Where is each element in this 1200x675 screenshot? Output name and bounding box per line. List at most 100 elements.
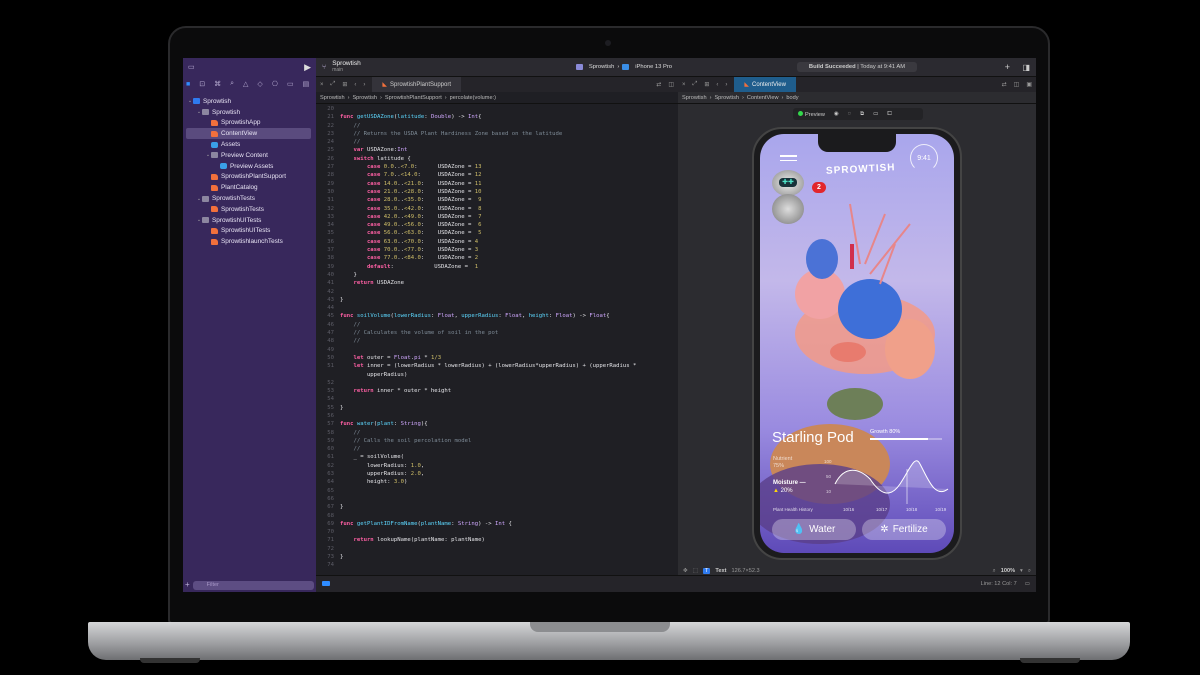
file-tree-item[interactable]: SprowtishPlantSupport xyxy=(183,172,316,183)
code-line[interactable]: 61 _ = soilVolume( xyxy=(316,453,678,461)
device-settings-icon[interactable]: ▭ xyxy=(873,111,878,117)
expand-icon[interactable]: ⤢ xyxy=(331,81,336,88)
panel-toggle-icon[interactable]: ▭ xyxy=(1025,581,1030,587)
file-tree-item[interactable]: ⌄ Preview Content xyxy=(183,150,316,161)
zoom-out-icon[interactable]: ⌕ xyxy=(993,568,996,575)
code-line[interactable]: 31 case 28.0..<35.0: USDAZone = 9 xyxy=(316,196,678,204)
breadcrumb-item[interactable]: Sprowtish xyxy=(320,95,345,101)
code-line[interactable]: 25 var USDAZone:Int xyxy=(316,146,678,154)
code-line[interactable]: 23 // Returns the USDA Plant Hardiness Z… xyxy=(316,130,678,138)
code-line[interactable]: 64 height: 3.0) xyxy=(316,478,678,486)
report-icon[interactable]: ▤ xyxy=(303,80,310,88)
close-icon[interactable]: × xyxy=(682,82,686,88)
breadcrumb-item[interactable]: percolate(volume:) xyxy=(450,95,496,101)
preview-toggle[interactable]: Preview xyxy=(798,110,825,118)
code-line[interactable]: 27 case 0.0..<7.0: USDAZone = 13 xyxy=(316,163,678,171)
code-line[interactable]: 54 xyxy=(316,395,678,403)
split-editor-icon[interactable]: ◫ xyxy=(1014,81,1020,88)
code-line[interactable]: 44 xyxy=(316,304,678,312)
code-line[interactable]: 33 case 42.0..<49.0: USDAZone = 7 xyxy=(316,213,678,221)
code-line[interactable]: 55} xyxy=(316,404,678,412)
code-line[interactable]: 57 func water(plant: String){ xyxy=(316,420,678,428)
code-line[interactable]: 46 // xyxy=(316,321,678,329)
code-line[interactable]: 72 xyxy=(316,545,678,553)
file-tree-item[interactable]: ⌄ Sprowtish xyxy=(183,107,316,118)
code-line[interactable]: 53 return inner * outer * height xyxy=(316,387,678,395)
expand-icon[interactable]: ⤢ xyxy=(693,81,698,88)
code-line[interactable]: 47 // Calculates the volume of soil in t… xyxy=(316,329,678,337)
symbol-navigator-icon[interactable]: ⌘ xyxy=(214,80,221,88)
code-line[interactable]: 45 func soilVolume(lowerRadius: Float, up… xyxy=(316,312,678,320)
code-line[interactable]: 65 xyxy=(316,487,678,495)
breadcrumb-item[interactable]: Sprowtish xyxy=(682,95,707,101)
code-line[interactable]: 51 let inner = (lowerRadius * lowerRadiu… xyxy=(316,362,678,370)
code-line[interactable]: 56 xyxy=(316,412,678,420)
duplicate-icon[interactable]: ⧠ xyxy=(887,111,891,118)
project-navigator-icon[interactable]: ■ xyxy=(186,81,190,88)
split-editor-icon[interactable]: ◫ xyxy=(668,81,674,88)
code-line[interactable]: 40 } xyxy=(316,271,678,279)
code-line[interactable]: 30 case 21.0..<28.0: USDAZone = 10 xyxy=(316,188,678,196)
code-line[interactable]: 58 // xyxy=(316,429,678,437)
forward-icon[interactable]: › xyxy=(363,82,365,88)
file-tree-item[interactable]: ContentView xyxy=(186,128,311,140)
tab-contentview[interactable]: ◣ ContentView xyxy=(734,77,796,92)
file-tree-item[interactable]: ⌄ SprowtishTests xyxy=(183,193,316,204)
warning-icon[interactable]: △ xyxy=(243,80,248,88)
code-line[interactable]: 70 xyxy=(316,528,678,536)
pin-icon[interactable]: ✥ xyxy=(683,568,688,574)
code-line[interactable]: 68 xyxy=(316,512,678,520)
minimap-icon[interactable]: ▣ xyxy=(1026,81,1032,88)
code-line[interactable]: 73} xyxy=(316,553,678,561)
code-line[interactable]: 28 case 7.0..<14.0: USDAZone = 12 xyxy=(316,171,678,179)
fertilize-button[interactable]: ✲ Fertilize xyxy=(862,519,946,540)
zoom-in-icon[interactable]: ⌕ xyxy=(1028,568,1031,575)
code-line[interactable]: 42 xyxy=(316,288,678,296)
close-icon[interactable]: × xyxy=(320,82,324,88)
breakpoint-icon[interactable]: ▭ xyxy=(287,80,294,88)
forward-icon[interactable]: › xyxy=(725,82,727,88)
code-line[interactable]: 36 case 63.0..<70.0: USDAZone = 4 xyxy=(316,238,678,246)
code-line[interactable]: 43} xyxy=(316,296,678,304)
tab-sprowtishplantsupport[interactable]: ◣ SprowtishPlantSupport xyxy=(372,77,462,92)
code-line[interactable]: 48 // xyxy=(316,337,678,345)
code-line[interactable]: 39 default: USDAZone = 1 xyxy=(316,263,678,271)
breadcrumb-item[interactable]: Sprowtish xyxy=(352,95,377,101)
code-line[interactable]: upperRadius) xyxy=(316,371,678,379)
code-line[interactable]: 52 xyxy=(316,379,678,387)
breadcrumb-item[interactable]: Sprowtish xyxy=(714,95,739,101)
source-code[interactable]: 20 21 func getUSDAZone(latitude: Double) … xyxy=(316,105,678,570)
file-tree-item[interactable]: SprowtishTests xyxy=(183,204,316,215)
orientation-icon[interactable]: ⧉ xyxy=(860,111,864,118)
grid-icon[interactable]: ⊞ xyxy=(342,81,347,88)
debug-icon[interactable]: ⎔ xyxy=(272,80,278,88)
back-icon[interactable]: ‹ xyxy=(354,82,356,88)
console-toggle-icon[interactable] xyxy=(322,581,330,586)
code-line[interactable]: 32 case 35.0..<42.0: USDAZone = 8 xyxy=(316,205,678,213)
code-line[interactable]: 69 func getPlantIDFromName(plantName: Str… xyxy=(316,520,678,528)
inspector-toggle-icon[interactable]: ◨ xyxy=(1022,63,1030,72)
code-line[interactable]: 59 // Calls the soil percolation model xyxy=(316,437,678,445)
code-line[interactable]: 66 xyxy=(316,495,678,503)
filter-input[interactable]: Filter xyxy=(192,580,314,590)
selectable-mode-icon[interactable]: ◉ xyxy=(834,111,839,117)
variants-icon[interactable]: ◌ xyxy=(848,111,851,117)
related-items-icon[interactable]: ⇄ xyxy=(1002,81,1007,88)
test-icon[interactable]: ◇ xyxy=(257,80,262,88)
source-control-icon[interactable]: ⊡ xyxy=(199,80,205,88)
code-line[interactable]: 74 xyxy=(316,561,678,569)
file-tree-item[interactable]: SprowtishUITests xyxy=(183,226,316,237)
search-icon[interactable]: ⌕ xyxy=(230,80,234,88)
file-tree-item[interactable]: ⌄ SprowtishUITests xyxy=(183,215,316,226)
code-line[interactable]: 29 case 14.0..<21.0: USDAZone = 11 xyxy=(316,180,678,188)
zoom-level[interactable]: 100% xyxy=(1001,568,1015,574)
file-tree-item[interactable]: PlantCatalog xyxy=(183,182,316,193)
file-tree-item[interactable]: SprowtishlaunchTests xyxy=(183,236,316,247)
code-line[interactable]: 20 xyxy=(316,105,678,113)
file-tree-item[interactable]: Assets xyxy=(183,139,316,150)
code-line[interactable]: 60 // xyxy=(316,445,678,453)
sidebar-toggle-icon[interactable]: ▭ xyxy=(188,64,195,71)
code-line[interactable]: 67} xyxy=(316,503,678,511)
code-line[interactable]: 49 xyxy=(316,346,678,354)
code-line[interactable]: 34 case 49.0..<56.0: USDAZone = 6 xyxy=(316,221,678,229)
